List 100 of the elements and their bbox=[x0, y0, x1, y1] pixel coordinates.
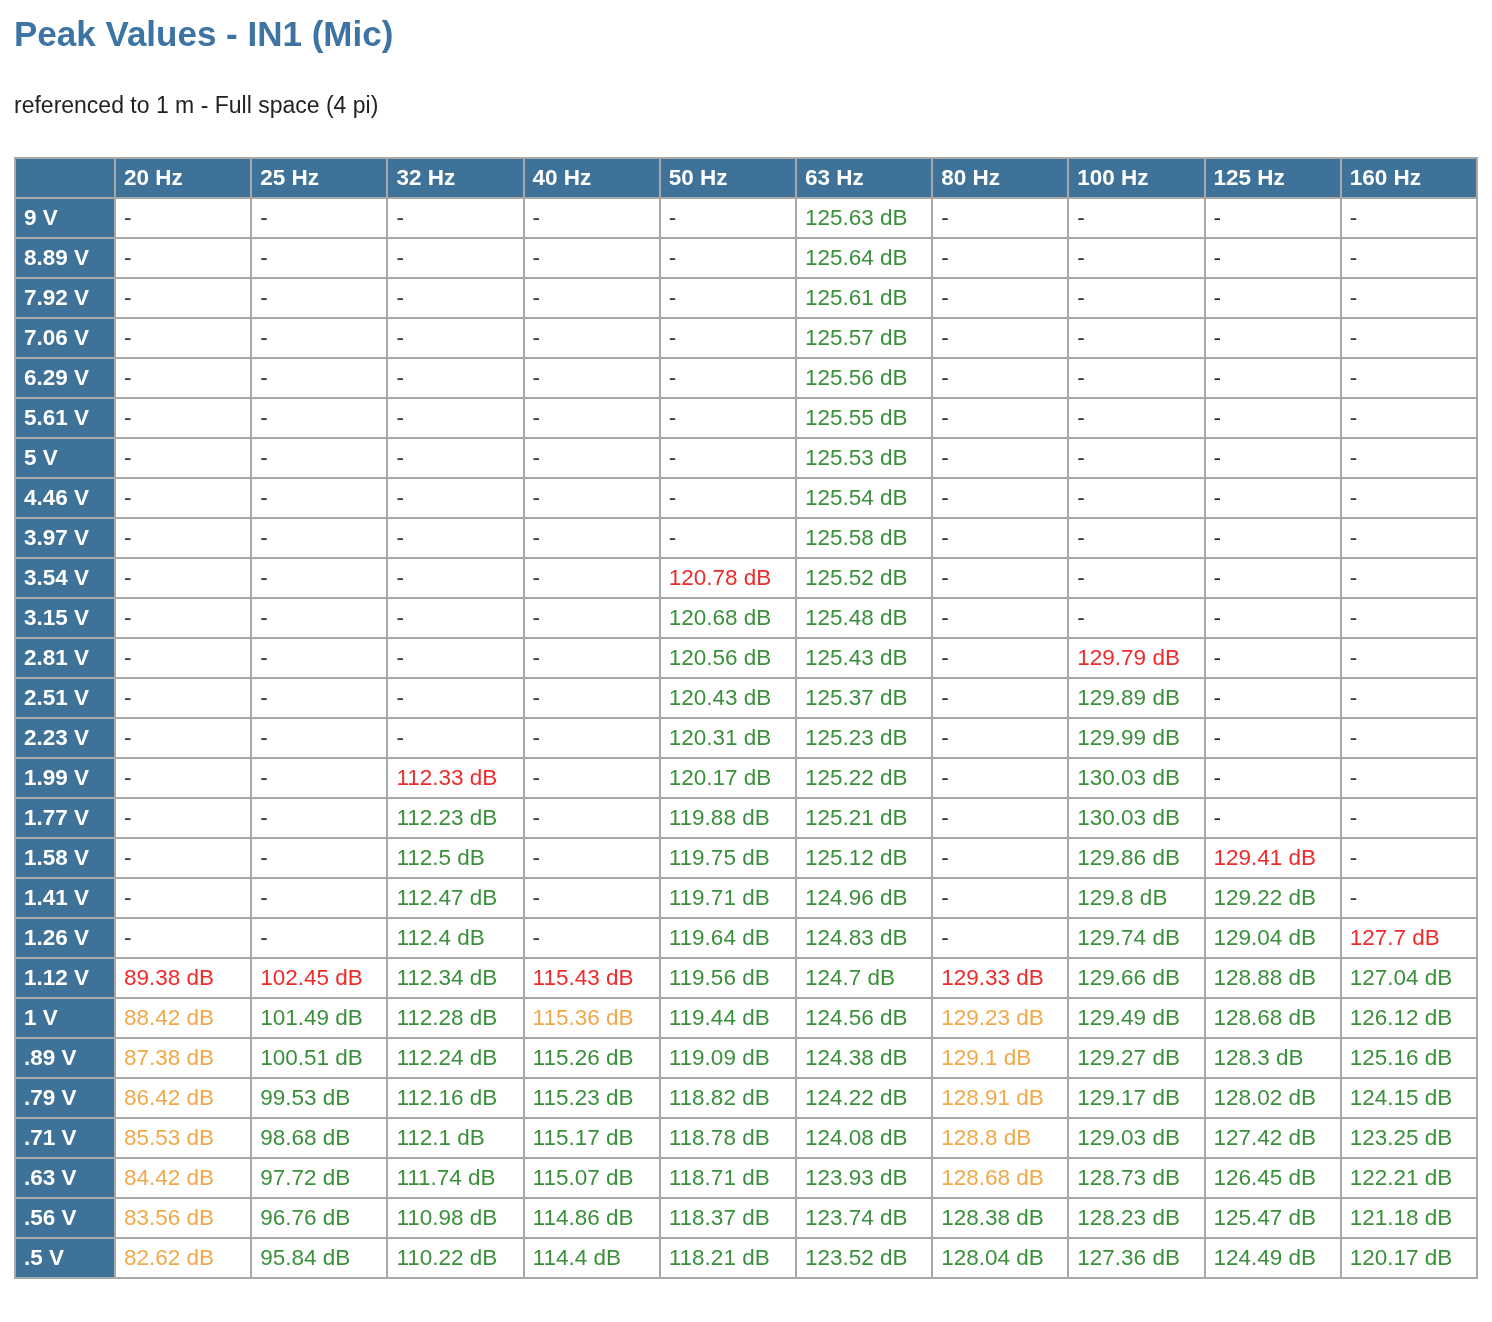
table-cell: 128.88 dB bbox=[1204, 958, 1341, 998]
table-cell: 118.78 dB bbox=[659, 1118, 796, 1158]
table-cell: 102.45 dB bbox=[251, 958, 388, 998]
row-header: 4.46 V bbox=[15, 478, 115, 518]
table-cell: - bbox=[387, 638, 524, 678]
row-header: .63 V bbox=[15, 1158, 115, 1198]
table-cell: 129.8 dB bbox=[1068, 878, 1205, 918]
row-header: 3.97 V bbox=[15, 518, 115, 558]
table-cell: - bbox=[659, 238, 796, 278]
table-cell: 129.04 dB bbox=[1204, 918, 1341, 958]
table-cell: 124.56 dB bbox=[795, 998, 933, 1038]
row-header: .89 V bbox=[15, 1038, 115, 1078]
table-cell: 125.58 dB bbox=[795, 518, 933, 558]
table-cell: - bbox=[1204, 238, 1341, 278]
table-cell: - bbox=[1068, 518, 1205, 558]
table-cell: - bbox=[659, 198, 796, 238]
table-cell: 128.73 dB bbox=[1068, 1158, 1205, 1198]
row-header: 2.81 V bbox=[15, 638, 115, 678]
table-cell: 126.45 dB bbox=[1204, 1158, 1341, 1198]
column-header: 125 Hz bbox=[1204, 158, 1341, 198]
column-header: 100 Hz bbox=[1068, 158, 1205, 198]
table-cell: 128.68 dB bbox=[932, 1158, 1069, 1198]
table-cell: - bbox=[251, 438, 388, 478]
table-cell: - bbox=[387, 678, 524, 718]
table-cell: 120.68 dB bbox=[659, 598, 796, 638]
table-cell: - bbox=[115, 678, 252, 718]
row-header: 1.12 V bbox=[15, 958, 115, 998]
table-cell: - bbox=[932, 758, 1069, 798]
row-header: 1.77 V bbox=[15, 798, 115, 838]
table-cell: - bbox=[659, 518, 796, 558]
table-cell: - bbox=[115, 878, 252, 918]
row-header: 1.26 V bbox=[15, 918, 115, 958]
table-cell: - bbox=[932, 678, 1069, 718]
table-cell: 120.56 dB bbox=[659, 638, 796, 678]
table-cell: - bbox=[251, 478, 388, 518]
table-cell: 129.41 dB bbox=[1204, 838, 1341, 878]
table-cell: 129.99 dB bbox=[1068, 718, 1205, 758]
table-cell: 125.53 dB bbox=[795, 438, 933, 478]
table-cell: 124.7 dB bbox=[795, 958, 933, 998]
table-cell: 124.49 dB bbox=[1204, 1238, 1341, 1278]
table-cell: 118.37 dB bbox=[659, 1198, 796, 1238]
table-cell: 129.79 dB bbox=[1068, 638, 1205, 678]
table-cell: - bbox=[1340, 598, 1477, 638]
row-header: 1.41 V bbox=[15, 878, 115, 918]
table-cell: 112.16 dB bbox=[387, 1078, 524, 1118]
table-cell: 129.49 dB bbox=[1068, 998, 1205, 1038]
table-cell: - bbox=[387, 238, 524, 278]
table-cell: - bbox=[251, 918, 388, 958]
table-cell: - bbox=[523, 878, 660, 918]
table-cell: 127.7 dB bbox=[1340, 918, 1477, 958]
table-cell: - bbox=[523, 758, 660, 798]
row-header: .5 V bbox=[15, 1238, 115, 1278]
table-cell: 110.98 dB bbox=[387, 1198, 524, 1238]
table-cell: - bbox=[115, 598, 252, 638]
table-cell: 129.17 dB bbox=[1068, 1078, 1205, 1118]
row-header: 2.51 V bbox=[15, 678, 115, 718]
table-cell: 130.03 dB bbox=[1068, 758, 1205, 798]
table-cell: - bbox=[387, 598, 524, 638]
table-cell: 124.96 dB bbox=[795, 878, 933, 918]
column-header: 20 Hz bbox=[115, 158, 252, 198]
table-cell: 129.74 dB bbox=[1068, 918, 1205, 958]
table-cell: - bbox=[523, 918, 660, 958]
table-cell: - bbox=[1068, 318, 1205, 358]
table-cell: - bbox=[523, 358, 660, 398]
table-cell: 124.38 dB bbox=[795, 1038, 933, 1078]
table-cell: - bbox=[1068, 358, 1205, 398]
table-cell: - bbox=[251, 358, 388, 398]
row-header: 1 V bbox=[15, 998, 115, 1038]
table-cell: 129.89 dB bbox=[1068, 678, 1205, 718]
table-cell: 99.53 dB bbox=[251, 1078, 388, 1118]
table-cell: - bbox=[115, 198, 252, 238]
table-cell: 128.3 dB bbox=[1204, 1038, 1341, 1078]
table-cell: 129.03 dB bbox=[1068, 1118, 1205, 1158]
row-header: .79 V bbox=[15, 1078, 115, 1118]
table-cell: 115.26 dB bbox=[523, 1038, 660, 1078]
table-cell: 122.21 dB bbox=[1340, 1158, 1477, 1198]
table-cell: 120.31 dB bbox=[659, 718, 796, 758]
table-cell: - bbox=[523, 838, 660, 878]
table-cell: 118.71 dB bbox=[659, 1158, 796, 1198]
table-cell: - bbox=[387, 198, 524, 238]
row-header: 3.15 V bbox=[15, 598, 115, 638]
table-cell: - bbox=[1204, 518, 1341, 558]
table-cell: - bbox=[1340, 238, 1477, 278]
table-cell: - bbox=[1068, 398, 1205, 438]
table-cell: - bbox=[251, 278, 388, 318]
column-header: 25 Hz bbox=[251, 158, 388, 198]
table-cell: - bbox=[251, 238, 388, 278]
table-cell: - bbox=[932, 238, 1069, 278]
table-cell: - bbox=[1068, 278, 1205, 318]
table-cell: - bbox=[932, 478, 1069, 518]
table-cell: - bbox=[523, 518, 660, 558]
table-cell: - bbox=[523, 598, 660, 638]
table-cell: 129.22 dB bbox=[1204, 878, 1341, 918]
table-cell: - bbox=[115, 638, 252, 678]
table-cell: 125.16 dB bbox=[1340, 1038, 1477, 1078]
table-cell: 115.43 dB bbox=[523, 958, 660, 998]
column-header: 80 Hz bbox=[932, 158, 1069, 198]
table-cell: 130.03 dB bbox=[1068, 798, 1205, 838]
table-cell: 125.23 dB bbox=[795, 718, 933, 758]
column-header: 40 Hz bbox=[523, 158, 660, 198]
